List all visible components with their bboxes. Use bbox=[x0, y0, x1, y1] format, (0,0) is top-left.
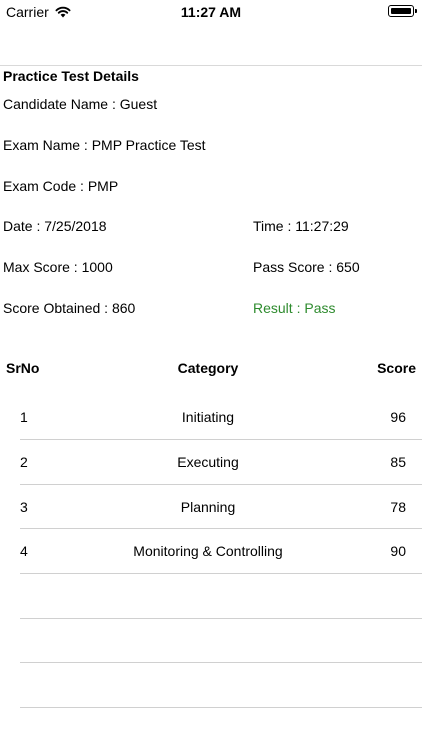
row-category: Initiating bbox=[181, 409, 235, 425]
battery-icon bbox=[388, 5, 417, 17]
score-obtained: Score Obtained : 860 bbox=[3, 300, 136, 316]
row-separator bbox=[20, 528, 422, 529]
row-score: 90 bbox=[390, 543, 406, 559]
row-separator bbox=[20, 484, 422, 485]
status-time: 11:27 AM bbox=[180, 4, 242, 20]
row-category: Executing bbox=[177, 454, 239, 470]
pass-score: Pass Score : 650 bbox=[253, 259, 360, 275]
empty-row-separator bbox=[20, 662, 422, 663]
max-score: Max Score : 1000 bbox=[3, 259, 113, 275]
row-separator bbox=[20, 573, 422, 574]
header-score: Score bbox=[377, 360, 416, 376]
nav-divider bbox=[0, 65, 422, 66]
row-score: 85 bbox=[390, 454, 406, 470]
exam-time: Time : 11:27:29 bbox=[253, 218, 349, 234]
status-bar: Carrier 11:27 AM bbox=[0, 0, 422, 24]
candidate-name: Candidate Name : Guest bbox=[3, 96, 158, 112]
exam-code: Exam Code : PMP bbox=[3, 178, 119, 194]
row-category: Planning bbox=[180, 499, 236, 515]
result-status: Result : Pass bbox=[253, 300, 336, 316]
row-category: Monitoring & Controlling bbox=[133, 543, 283, 559]
exam-date: Date : 7/25/2018 bbox=[3, 218, 107, 234]
header-category: Category bbox=[177, 360, 239, 376]
row-score: 96 bbox=[390, 409, 406, 425]
row-score: 78 bbox=[390, 499, 406, 515]
row-separator bbox=[20, 439, 422, 440]
details-title: Practice Test Details bbox=[3, 68, 139, 84]
empty-row-separator bbox=[20, 618, 422, 619]
exam-name: Exam Name : PMP Practice Test bbox=[3, 137, 206, 153]
empty-row-separator bbox=[20, 707, 422, 708]
